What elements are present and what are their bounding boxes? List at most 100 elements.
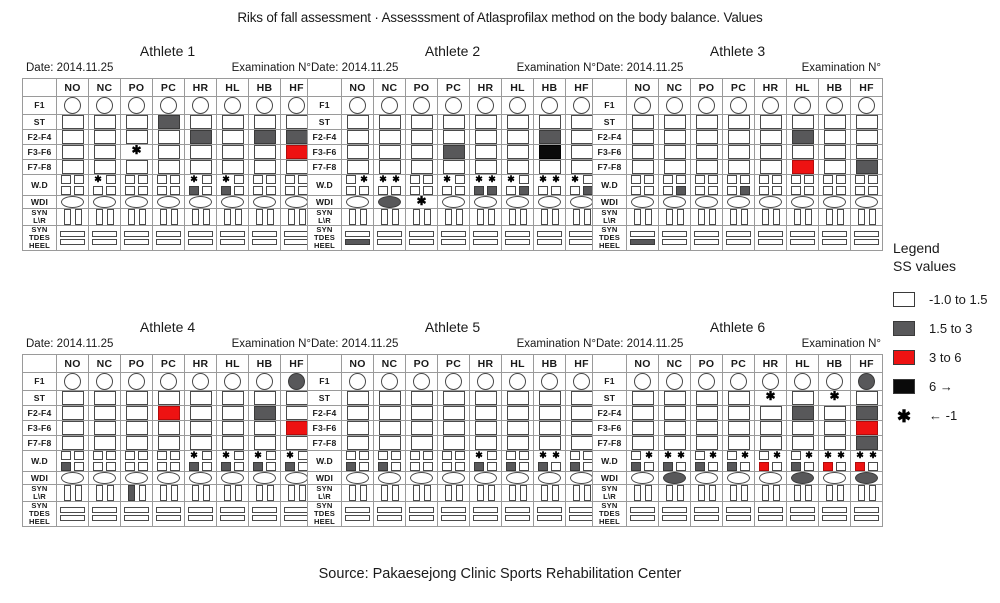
wdi-marker-no[interactable] <box>346 196 369 208</box>
wd-marker-grid[interactable]: ✱ ✱ <box>474 175 498 195</box>
heel-bar-top[interactable] <box>758 230 783 237</box>
st-marker-hb[interactable] <box>538 115 561 129</box>
heel-bars[interactable] <box>755 230 786 245</box>
cell-f2-f4-nc[interactable] <box>373 405 406 421</box>
wd-box-br[interactable] <box>202 186 212 195</box>
cell-f3-f6-no[interactable] <box>341 420 374 436</box>
st-marker-hr[interactable] <box>759 115 782 129</box>
wdi-marker-hf[interactable] <box>855 472 878 484</box>
wd-box-tl[interactable] <box>759 451 769 460</box>
heel-bar-top[interactable] <box>409 230 434 237</box>
heel-bars[interactable] <box>57 230 88 245</box>
cell-f7-f8-pc[interactable] <box>152 159 185 175</box>
st-marker-hl[interactable] <box>221 115 244 129</box>
syn-bars[interactable] <box>819 485 850 501</box>
syn-bar-right[interactable] <box>455 485 463 501</box>
cell-f3-f6-po[interactable] <box>405 144 438 160</box>
cell-f2-f4-hb[interactable] <box>248 129 281 145</box>
cell-f1-hb[interactable] <box>533 96 566 115</box>
wd-box-tl[interactable]: ✱ <box>189 451 199 460</box>
f1-marker-hl[interactable] <box>794 373 811 390</box>
wd-marker-grid[interactable]: ✱ <box>506 175 530 195</box>
heel-bar-top[interactable] <box>124 230 149 237</box>
f2f4-marker-no[interactable] <box>631 130 654 144</box>
f1-marker-hr[interactable] <box>192 97 209 114</box>
wd-box-tl[interactable]: ✱ <box>506 175 516 184</box>
cell-f7-f8-hl[interactable] <box>786 435 819 451</box>
heel-bar-top[interactable] <box>473 230 498 237</box>
heel-bar-bottom[interactable] <box>441 238 466 245</box>
wdi-marker-hb[interactable] <box>253 472 276 484</box>
cell-wdi-pc[interactable] <box>722 195 755 209</box>
cell-wd-po[interactable] <box>405 174 438 196</box>
heel-bars[interactable] <box>502 230 533 245</box>
f3f6-marker-no[interactable] <box>631 145 654 159</box>
heel-bar-top[interactable] <box>441 230 466 237</box>
heel-bars[interactable] <box>153 230 184 245</box>
wd-marker-grid[interactable]: ✱ <box>253 451 277 471</box>
wdi-marker-pc[interactable] <box>442 196 465 208</box>
heel-bar-bottom[interactable] <box>854 514 879 521</box>
wdi-marker-nc[interactable] <box>93 472 116 484</box>
syn-bars[interactable] <box>89 209 120 225</box>
wd-box-tr[interactable] <box>170 451 180 460</box>
wd-box-tr[interactable] <box>202 175 212 184</box>
wd-marker-grid[interactable] <box>157 175 181 195</box>
heel-bars[interactable] <box>787 230 818 245</box>
f7f8-marker-no[interactable] <box>346 436 369 450</box>
cell-wdi-hb[interactable] <box>533 195 566 209</box>
f1-marker-nc[interactable] <box>666 97 683 114</box>
syn-bar-left[interactable] <box>761 485 769 501</box>
cell-f3-f6-hl[interactable] <box>216 420 249 436</box>
cell-f3-f6-hb[interactable] <box>818 144 851 160</box>
heel-bars[interactable] <box>438 230 469 245</box>
cell-f1-hb[interactable] <box>818 96 851 115</box>
cell-f1-po[interactable] <box>405 372 438 391</box>
wd-box-tl[interactable]: ✱ <box>285 451 295 460</box>
f2f4-marker-nc[interactable] <box>663 130 686 144</box>
cell-st-hl[interactable] <box>501 114 534 130</box>
cell-f1-hl[interactable] <box>216 372 249 391</box>
syn-bar-right[interactable] <box>298 209 306 225</box>
cell-st-po[interactable] <box>120 114 153 130</box>
f2f4-marker-nc[interactable] <box>663 406 686 420</box>
cell-f2-f4-no[interactable] <box>626 405 659 421</box>
st-marker-po[interactable] <box>410 115 433 129</box>
syn-bar-right[interactable] <box>551 485 559 501</box>
syn-bar-right[interactable] <box>266 485 274 501</box>
cell-f2-f4-hb[interactable] <box>818 129 851 145</box>
cell-f3-f6-po[interactable] <box>405 420 438 436</box>
cell-st-hb[interactable] <box>818 114 851 130</box>
syn-bar-right[interactable] <box>868 485 876 501</box>
wd-box-br[interactable] <box>519 462 529 471</box>
syn-bars[interactable] <box>185 485 216 501</box>
cell-f7-f8-hl[interactable] <box>501 435 534 451</box>
wd-box-tr[interactable] <box>234 451 244 460</box>
wd-box-tl[interactable]: ✱ <box>663 451 673 460</box>
f7f8-marker-hr[interactable] <box>759 160 782 174</box>
wd-marker-grid[interactable]: ✱ <box>631 451 655 471</box>
syn-bar-right[interactable] <box>676 485 684 501</box>
cell-heel-no[interactable] <box>56 501 89 527</box>
cell-f7-f8-hf[interactable] <box>850 435 883 451</box>
wd-box-tr[interactable] <box>74 175 84 184</box>
cell-syn-no[interactable] <box>341 208 374 226</box>
cell-st-hr[interactable] <box>469 390 502 406</box>
cell-heel-nc[interactable] <box>88 225 121 251</box>
cell-syn-pc[interactable] <box>722 208 755 226</box>
f2f4-marker-pc[interactable] <box>442 130 465 144</box>
wd-box-bl[interactable] <box>61 186 71 195</box>
cell-heel-hb[interactable] <box>533 225 566 251</box>
cell-st-hr[interactable] <box>184 390 217 406</box>
f3f6-marker-po[interactable] <box>695 421 718 435</box>
heel-bar-top[interactable] <box>758 506 783 513</box>
cell-st-hf[interactable] <box>850 390 883 406</box>
cell-f7-f8-hf[interactable] <box>850 159 883 175</box>
f7f8-marker-po[interactable] <box>410 160 433 174</box>
cell-wd-hf[interactable] <box>850 174 883 196</box>
cell-syn-nc[interactable] <box>373 208 406 226</box>
heel-bar-top[interactable] <box>822 506 847 513</box>
wd-box-bl[interactable] <box>663 462 673 471</box>
f1-marker-no[interactable] <box>349 373 366 390</box>
wd-box-bl[interactable] <box>157 186 167 195</box>
